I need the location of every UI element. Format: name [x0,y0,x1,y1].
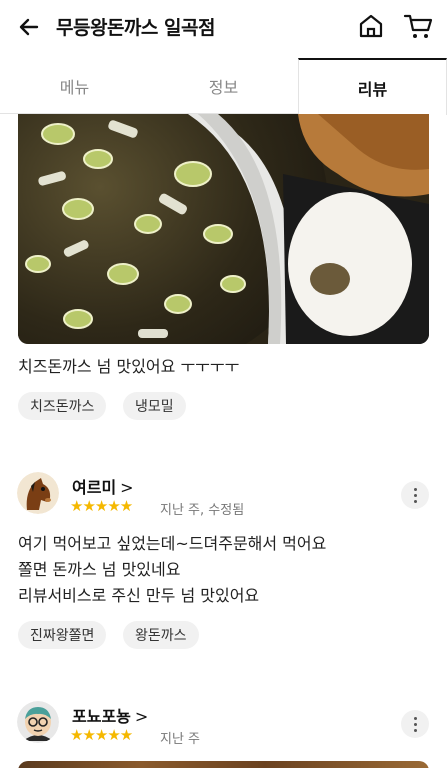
review-text-line: 리뷰서비스로 주신 만두 넘 맛있어요 [18,586,260,605]
character-avatar-icon [17,701,59,743]
more-dot [413,716,417,720]
page-title: 무등왕돈까스 일곡점 [56,17,215,39]
food-photo-image [18,114,429,344]
tab-bar: 메뉴 정보 리뷰 [0,58,447,115]
reviewer-name[interactable]: 여르미 > [72,474,134,498]
more-dot [413,487,417,491]
review-date: 지난 주 [160,732,201,747]
cart-icon [403,14,433,38]
menu-tag-chip[interactable]: 냉모밀 [123,392,186,420]
review-text-line: 여기 먹어보고 싶었는데~드뎌주문해서 먹어요 [18,534,327,553]
reviewer-name-text: 포뇨포뇽 [72,707,131,726]
review-date: 지난 주, 수정됨 [160,503,245,518]
more-options-button[interactable] [401,710,429,738]
menu-tag-chip[interactable]: 진짜왕쫄면 [18,621,107,649]
app-header: 무등왕돈까스 일곡점 [0,0,447,54]
review-text: 치즈돈까스 넘 맛있어요 ㅜㅜㅜㅜ [18,357,240,376]
more-dot [413,499,417,503]
more-options-button[interactable] [401,481,429,509]
star-rating: ★★★★★ [70,726,133,744]
avatar[interactable] [17,701,59,743]
tab-reviews[interactable]: 리뷰 [298,58,447,115]
more-dot [413,728,417,732]
tab-menu[interactable]: 메뉴 [0,58,149,114]
star-rating: ★★★★★ [70,497,133,515]
arrow-left-icon [19,18,39,36]
home-button[interactable] [356,11,386,41]
review-photo[interactable] [18,114,429,344]
reviewer-name-text: 여르미 [72,478,117,497]
review-photo[interactable] [18,761,429,768]
more-dot [413,493,417,497]
horse-avatar-icon [17,472,59,514]
menu-tag-chip[interactable]: 왕돈까스 [123,621,199,649]
back-button[interactable] [14,12,44,42]
more-dot [413,722,417,726]
chevron-right-icon: > [120,478,134,497]
review-text-line: 쫄면 돈까스 넘 맛있네요 [18,560,181,579]
avatar[interactable] [17,472,59,514]
reviewer-name[interactable]: 포뇨포뇽 > [72,703,148,727]
home-icon [359,14,383,38]
tab-info[interactable]: 정보 [149,58,298,114]
cart-button[interactable] [402,11,434,41]
menu-tag-chip[interactable]: 치즈돈까스 [18,392,107,420]
chevron-right-icon: > [134,707,149,726]
